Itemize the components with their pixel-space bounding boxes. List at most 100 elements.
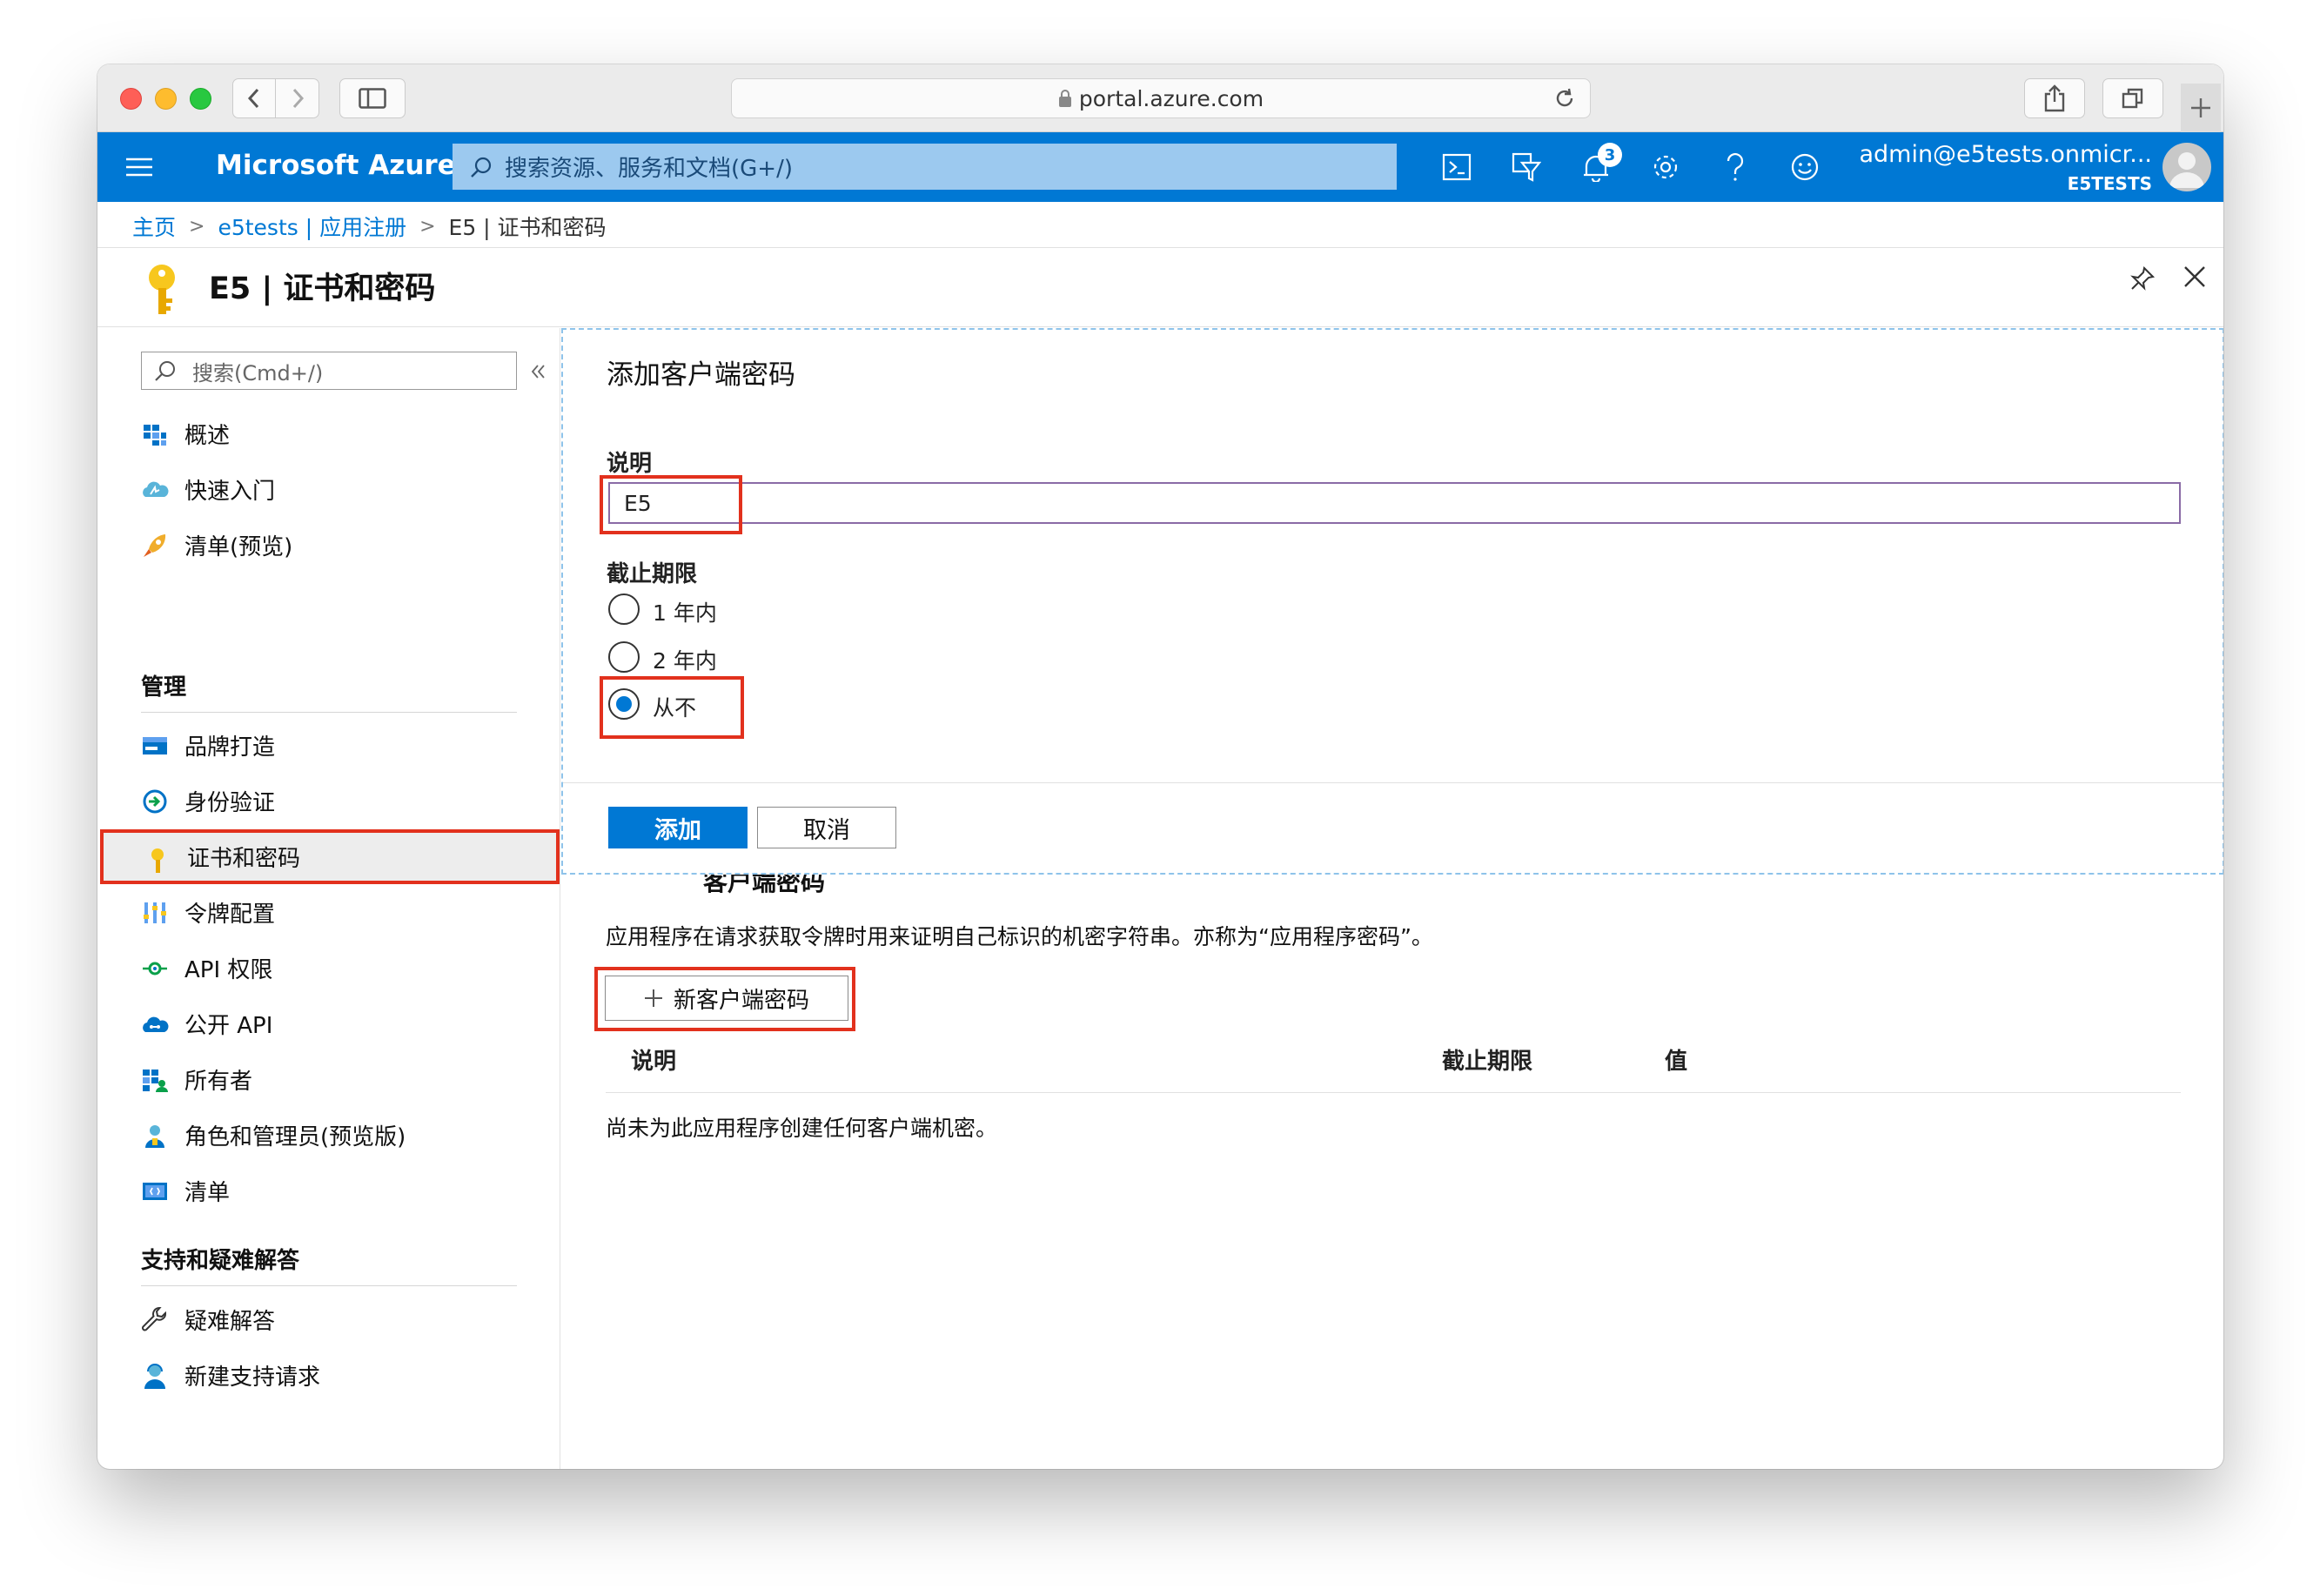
api-permission-icon bbox=[143, 962, 167, 976]
global-search-placeholder: 搜索资源、服务和文档(G+/) bbox=[505, 156, 793, 182]
avatar[interactable] bbox=[2162, 143, 2211, 191]
breadcrumb: 主页 > e5tests | 应用注册 > E5 | 证书和密码 bbox=[132, 209, 607, 244]
breadcrumb-current: E5 | 证书和密码 bbox=[448, 215, 607, 240]
radio-2-years[interactable] bbox=[608, 641, 640, 673]
sidebar-item-quickstart[interactable]: 快速入门 bbox=[97, 462, 560, 517]
close-window-button[interactable] bbox=[120, 88, 142, 110]
portal-menu-button[interactable] bbox=[118, 146, 160, 188]
help-button[interactable] bbox=[1714, 146, 1756, 188]
sidebar-item-token-configuration[interactable]: 令牌配置 bbox=[97, 885, 560, 940]
highlight-box bbox=[600, 475, 742, 534]
radio-2-years-label: 2 年内 bbox=[653, 648, 717, 674]
chevron-left-icon bbox=[247, 88, 259, 109]
azure-brand[interactable]: Microsoft Azure bbox=[216, 150, 456, 181]
description-label: 说明 bbox=[607, 451, 653, 477]
tabs-overview-button[interactable] bbox=[2102, 78, 2163, 118]
sidebar-item-label: 身份验证 bbox=[184, 790, 276, 816]
roles-icon bbox=[145, 1125, 164, 1148]
menu-search-placeholder: 搜索(Cmd+/) bbox=[192, 360, 324, 386]
sidebar-item-label: 疑难解答 bbox=[184, 1309, 276, 1335]
sidebar-item-new-support-request[interactable]: 新建支持请求 bbox=[97, 1348, 560, 1403]
minimize-window-button[interactable] bbox=[155, 88, 177, 110]
section-divider bbox=[141, 1285, 517, 1286]
plus-icon bbox=[2191, 98, 2210, 117]
cancel-button[interactable]: 取消 bbox=[757, 807, 896, 848]
sidebar-item-branding[interactable]: 品牌打造 bbox=[97, 718, 560, 773]
help-icon bbox=[1727, 153, 1744, 181]
sidebar-item-troubleshooting[interactable]: 疑难解答 bbox=[97, 1292, 560, 1347]
highlight-box bbox=[600, 676, 744, 739]
table-divider bbox=[606, 1092, 2181, 1093]
new-tab-button[interactable] bbox=[2181, 84, 2221, 132]
branding-icon bbox=[143, 737, 167, 754]
feedback-button[interactable] bbox=[1784, 146, 1826, 188]
sidebar-item-label: 角色和管理员(预览版) bbox=[184, 1124, 406, 1150]
sidebar-item-integration-assistant[interactable]: 清单(预览) bbox=[97, 518, 560, 573]
add-client-secret-panel: 添加客户端密码 说明 E5 截止期限 1 年内 2 年内 从不 添加 取消 bbox=[561, 328, 2223, 875]
plus-icon bbox=[644, 989, 662, 1007]
hamburger-icon bbox=[126, 158, 152, 177]
reload-icon[interactable] bbox=[1553, 87, 1576, 110]
account-menu[interactable]: admin@e5tests.onmicr... E5TESTS bbox=[1859, 141, 2152, 194]
cloud-shell-button[interactable] bbox=[1436, 146, 1478, 188]
empty-table-message: 尚未为此应用程序创建任何客户端机密。 bbox=[606, 1116, 998, 1141]
chevron-right-icon bbox=[292, 88, 304, 109]
add-button[interactable]: 添加 bbox=[608, 807, 748, 848]
sidebar-item-label: 清单 bbox=[184, 1180, 231, 1206]
search-icon bbox=[155, 361, 175, 381]
new-client-secret-button[interactable]: 新客户端密码 bbox=[605, 976, 848, 1021]
directory-filter-icon bbox=[1512, 152, 1541, 182]
user-avatar-icon bbox=[2169, 152, 2204, 188]
global-search[interactable]: 搜索资源、服务和文档(G+/) bbox=[453, 144, 1397, 190]
description-input[interactable]: E5 bbox=[608, 482, 2181, 524]
azure-top-bar: Microsoft Azure 搜索资源、服务和文档(G+/) 3 admin@… bbox=[97, 132, 2223, 202]
notifications-button[interactable]: 3 bbox=[1575, 143, 1622, 188]
section-divider bbox=[141, 712, 517, 713]
radio-1-year-label: 1 年内 bbox=[653, 600, 717, 626]
sidebar-toggle-button[interactable] bbox=[339, 78, 406, 118]
back-button[interactable] bbox=[232, 78, 276, 118]
overview-icon bbox=[144, 425, 166, 446]
close-icon[interactable] bbox=[2182, 264, 2208, 290]
settings-button[interactable] bbox=[1645, 146, 1686, 188]
gear-icon bbox=[1653, 155, 1678, 179]
sidebar-item-authentication[interactable]: 身份验证 bbox=[97, 774, 560, 828]
sidebar-item-roles-admins[interactable]: 角色和管理员(预览版) bbox=[97, 1108, 560, 1163]
support-person-icon bbox=[144, 1364, 165, 1389]
radio-1-year[interactable] bbox=[608, 593, 640, 625]
directory-filter-button[interactable] bbox=[1505, 146, 1547, 188]
menu-search-input[interactable]: 搜索(Cmd+/) bbox=[141, 352, 517, 390]
token-bars-icon bbox=[144, 902, 166, 923]
pin-icon[interactable] bbox=[2129, 265, 2156, 292]
sidebar-item-expose-api[interactable]: 公开 API bbox=[97, 996, 560, 1051]
sidebar-item-api-permissions[interactable]: API 权限 bbox=[97, 941, 560, 996]
sidebar-item-overview[interactable]: 概述 bbox=[97, 406, 560, 461]
manifest-icon bbox=[143, 1183, 167, 1200]
sidebar-item-owners[interactable]: 所有者 bbox=[97, 1052, 560, 1107]
client-secrets-description: 应用程序在请求获取令牌时用来证明自己标识的机密字符串。亦称为“应用程序密码”。 bbox=[606, 924, 1433, 949]
zoom-window-button[interactable] bbox=[190, 88, 211, 110]
sidebar-item-certificates-secrets[interactable]: 证书和密码 bbox=[100, 829, 560, 884]
wrench-icon bbox=[142, 1307, 167, 1331]
breadcrumb-app-registrations[interactable]: e5tests | 应用注册 bbox=[218, 211, 406, 242]
collapse-menu-icon[interactable] bbox=[530, 363, 547, 380]
sidebar-item-label: 所有者 bbox=[184, 1069, 253, 1095]
column-header-value: 值 bbox=[1665, 1049, 1688, 1075]
address-bar[interactable]: portal.azure.com bbox=[731, 78, 1591, 118]
column-header-description: 说明 bbox=[631, 1049, 677, 1075]
share-button[interactable] bbox=[2024, 78, 2085, 118]
sidebar-item-manifest[interactable]: 清单 bbox=[97, 1163, 560, 1218]
sidebar-item-label: 证书和密码 bbox=[187, 846, 301, 872]
sidebar-icon bbox=[359, 88, 386, 109]
account-tenant: E5TESTS bbox=[2067, 173, 2152, 194]
breadcrumb-separator-icon: > bbox=[189, 215, 205, 238]
breadcrumb-separator-icon: > bbox=[419, 215, 436, 238]
breadcrumb-home[interactable]: 主页 bbox=[132, 211, 176, 242]
search-icon bbox=[471, 157, 492, 178]
sidebar-item-label: 公开 API bbox=[184, 1013, 273, 1039]
main-content: 客户端密码 应用程序在请求获取令牌时用来证明自己标识的机密字符串。亦称为“应用程… bbox=[561, 328, 2223, 1469]
section-title-support: 支持和疑难解答 bbox=[141, 1248, 300, 1274]
resource-menu: 搜索(Cmd+/) 概述 快速入门 清单(预览) 管理 品牌打造 身份验证 证书… bbox=[97, 328, 560, 1469]
url-text: portal.azure.com bbox=[1078, 85, 1264, 111]
forward-button[interactable] bbox=[276, 78, 319, 118]
